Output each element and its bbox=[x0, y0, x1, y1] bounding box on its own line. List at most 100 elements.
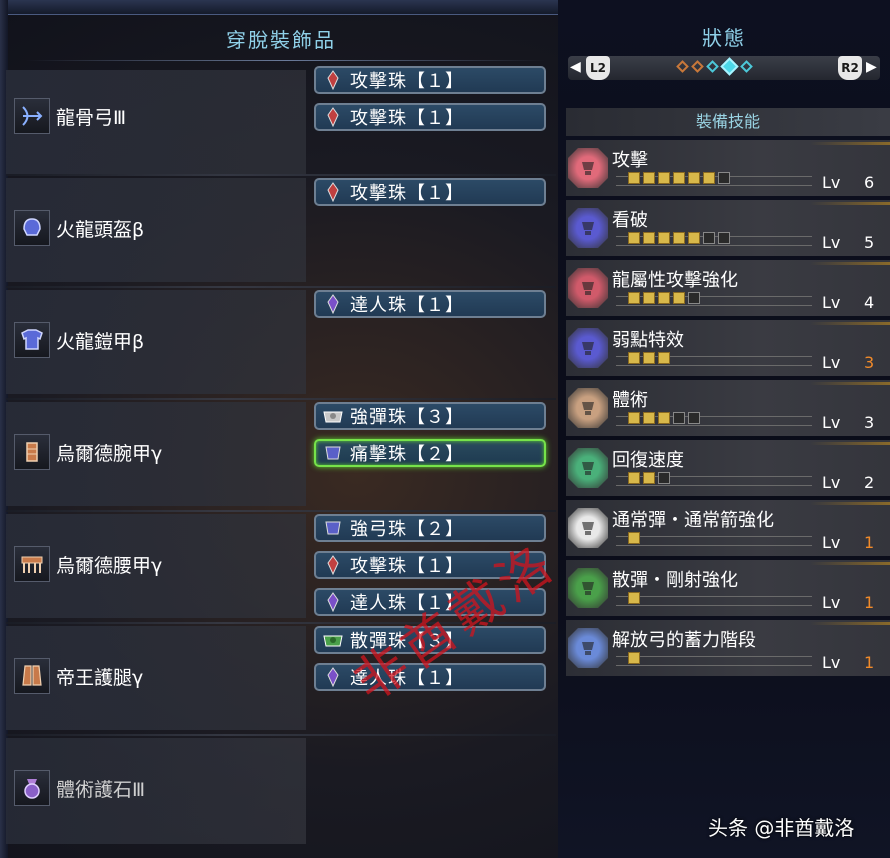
level-value: 4 bbox=[864, 293, 875, 312]
arm-armor-icon bbox=[14, 434, 50, 470]
skill-level-pips bbox=[628, 292, 700, 304]
skill-level-pips bbox=[628, 652, 640, 664]
bow-icon bbox=[14, 98, 50, 134]
skill-row[interactable]: 散彈・剛射強化 Lv 1 bbox=[566, 560, 890, 616]
level-pip-filled bbox=[628, 292, 640, 304]
equipment-row-legs[interactable] bbox=[6, 626, 306, 730]
decoration-panel: 穿脫裝飾品 龍骨弓Ⅲ 攻擊珠【１】 攻擊珠【１】 火龍頭盔β 攻擊珠【１】 火龍… bbox=[6, 14, 568, 858]
page-indicator bbox=[676, 57, 753, 76]
level-pip-filled bbox=[643, 292, 655, 304]
equipment-row-weapon[interactable] bbox=[6, 70, 306, 174]
page-dot[interactable] bbox=[676, 60, 689, 73]
page-dot[interactable] bbox=[691, 60, 704, 73]
skill-row[interactable]: 弱點特效 Lv 3 bbox=[566, 320, 890, 376]
skill-level-track bbox=[616, 596, 812, 606]
decoration-name: 攻擊珠【１】 bbox=[350, 108, 464, 129]
level-pip-filled bbox=[628, 232, 640, 244]
equipment-name: 龍骨弓Ⅲ bbox=[56, 107, 127, 129]
level-pip-filled bbox=[688, 232, 700, 244]
level-value: 1 bbox=[864, 593, 875, 612]
skill-name: 散彈・剛射強化 bbox=[612, 570, 738, 591]
leg-armor-icon bbox=[14, 658, 50, 694]
level-pip-filled bbox=[688, 172, 700, 184]
title-divider bbox=[26, 60, 546, 61]
decoration-slot[interactable]: 強彈珠【３】 bbox=[314, 402, 546, 430]
level-label: Lv bbox=[822, 413, 841, 432]
row-divider bbox=[6, 174, 556, 176]
decoration-name: 攻擊珠【１】 bbox=[350, 183, 464, 204]
l2-button[interactable]: L2 bbox=[586, 56, 610, 80]
skill-row[interactable]: 通常彈・通常箭強化 Lv 1 bbox=[566, 500, 890, 556]
status-panel: 狀態 ◀ L2 R2 ▶ 裝備技能 攻擊 Lv 6 看破 Lv 5 龍屬性攻擊強化 Lv 4 弱點… bbox=[558, 0, 890, 858]
skill-jewel-icon bbox=[568, 328, 608, 368]
skills-header: 裝備技能 bbox=[566, 108, 890, 136]
level-pip-filled bbox=[643, 412, 655, 424]
level-pip-filled bbox=[703, 172, 715, 184]
level-pip-filled bbox=[673, 172, 685, 184]
decoration-slot[interactable]: 攻擊珠【１】 bbox=[314, 66, 546, 94]
level-value: 3 bbox=[864, 353, 875, 372]
skill-level-track bbox=[616, 536, 812, 546]
level-pip-filled bbox=[643, 472, 655, 484]
page-dot-active[interactable] bbox=[720, 57, 739, 76]
panel-title: 狀態 bbox=[702, 26, 746, 50]
level-pip-filled bbox=[628, 472, 640, 484]
medium-jewel-icon bbox=[322, 517, 344, 539]
decoration-slot[interactable]: 攻擊珠【１】 bbox=[314, 103, 546, 131]
skill-row[interactable]: 回復速度 Lv 2 bbox=[566, 440, 890, 496]
level-pip-empty bbox=[658, 472, 670, 484]
skill-jewel-icon bbox=[568, 448, 608, 488]
skill-level-pips bbox=[628, 232, 730, 244]
skill-name: 體術 bbox=[612, 390, 648, 411]
equipment-row-chest[interactable] bbox=[6, 290, 306, 394]
equipment-row-head[interactable] bbox=[6, 178, 306, 282]
skill-row[interactable]: 龍屬性攻擊強化 Lv 4 bbox=[566, 260, 890, 316]
attack-jewel-icon bbox=[322, 181, 344, 203]
level-pip-filled bbox=[658, 232, 670, 244]
skill-row[interactable]: 看破 Lv 5 bbox=[566, 200, 890, 256]
decoration-name: 強彈珠【３】 bbox=[350, 407, 464, 428]
level-pip-empty bbox=[703, 232, 715, 244]
level-pip-empty bbox=[673, 412, 685, 424]
level-pip-filled bbox=[658, 172, 670, 184]
equipment-name: 體術護石Ⅲ bbox=[56, 779, 146, 801]
decoration-slot[interactable]: 達人珠【１】 bbox=[314, 290, 546, 318]
row-divider bbox=[6, 510, 556, 512]
skill-row[interactable]: 解放弓的蓄力階段 Lv 1 bbox=[566, 620, 890, 676]
level-pip-filled bbox=[628, 352, 640, 364]
r2-button[interactable]: R2 bbox=[838, 56, 862, 80]
decoration-slot[interactable]: 攻擊珠【１】 bbox=[314, 178, 546, 206]
waist-armor-icon bbox=[14, 546, 50, 582]
skill-name: 通常彈・通常箭強化 bbox=[612, 510, 774, 531]
page-dot[interactable] bbox=[706, 60, 719, 73]
level-pip-filled bbox=[643, 352, 655, 364]
level-value: 6 bbox=[864, 173, 875, 192]
decoration-name: 達人珠【１】 bbox=[350, 295, 464, 316]
skill-jewel-icon bbox=[568, 628, 608, 668]
level-label: Lv bbox=[822, 293, 841, 312]
level-label: Lv bbox=[822, 353, 841, 372]
decoration-slot-selected[interactable]: 痛擊珠【２】 bbox=[314, 439, 546, 467]
row-divider bbox=[6, 398, 556, 400]
skill-name: 攻擊 bbox=[612, 150, 648, 171]
panel-title: 穿脫裝飾品 bbox=[226, 28, 336, 52]
expert-jewel-icon bbox=[322, 591, 344, 613]
skill-row[interactable]: 體術 Lv 3 bbox=[566, 380, 890, 436]
skill-level-track bbox=[616, 656, 812, 666]
skill-jewel-icon bbox=[568, 508, 608, 548]
decoration-name: 強弓珠【２】 bbox=[350, 519, 464, 540]
right-arrow-icon[interactable]: ▶ bbox=[866, 59, 877, 75]
equipment-row-charm[interactable] bbox=[6, 738, 306, 844]
level-value: 3 bbox=[864, 413, 875, 432]
page-dot[interactable] bbox=[740, 60, 753, 73]
left-arrow-icon[interactable]: ◀ bbox=[570, 59, 581, 75]
skill-jewel-icon bbox=[568, 208, 608, 248]
level-pip-filled bbox=[628, 532, 640, 544]
equipment-name: 烏爾德腰甲γ bbox=[56, 555, 163, 577]
level-pip-empty bbox=[718, 232, 730, 244]
level-label: Lv bbox=[822, 233, 841, 252]
level-value: 1 bbox=[864, 533, 875, 552]
level-pip-filled bbox=[628, 172, 640, 184]
skill-name: 龍屬性攻擊強化 bbox=[612, 270, 738, 291]
skill-row[interactable]: 攻擊 Lv 6 bbox=[566, 140, 890, 196]
